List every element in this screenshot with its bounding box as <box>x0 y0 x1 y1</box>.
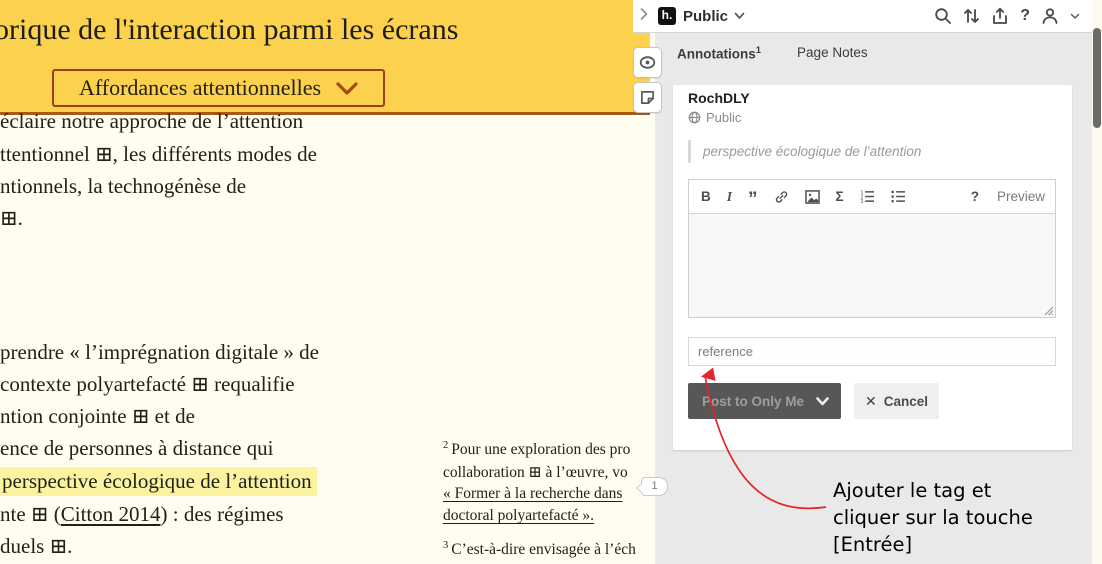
body-line: ttentionnel ⊞, les différents modes de <box>0 142 317 167</box>
italic-button[interactable]: I <box>727 189 732 205</box>
affordances-dropdown-label: Affordances attentionnelles <box>79 75 321 101</box>
cancel-button-label: Cancel <box>884 394 928 409</box>
page-title: orique de l'interaction parmi les écrans <box>0 13 458 47</box>
tab-annotations[interactable]: Annotations1 <box>677 45 761 62</box>
footnote-text: C’est-à-dire envisagée à l’éch <box>451 541 636 558</box>
link-icon[interactable] <box>774 190 789 204</box>
body-line: prendre « l’imprégnation digitale » de <box>0 340 319 365</box>
affordances-dropdown-button[interactable]: Affordances attentionnelles <box>52 69 385 107</box>
footnote-link[interactable]: « Former à la recherche dans <box>443 485 622 503</box>
instruction-line: cliquer sur la touche <box>833 504 1033 531</box>
footnote-number: 2 <box>443 440 448 451</box>
sort-icon[interactable] <box>963 7 980 25</box>
post-button[interactable]: Post to Only Me <box>688 383 841 419</box>
new-page-note-button[interactable] <box>633 82 662 113</box>
annotation-editor: B I ” <box>688 179 1056 318</box>
account-chevron-down-icon[interactable] <box>1070 13 1080 20</box>
body-line: nte ⊞ (Citton 2014) : des régimes <box>0 502 284 527</box>
editor-actions: Post to Only Me ✕ Cancel <box>688 383 939 419</box>
group-chevron-down-icon[interactable] <box>734 12 745 20</box>
close-icon: ✕ <box>865 393 877 410</box>
body-line: éclaire notre approche de l’attention <box>0 109 303 134</box>
annotations-count: 1 <box>756 45 761 56</box>
scrollbar-track[interactable] <box>1092 0 1102 564</box>
help-icon[interactable]: ? <box>1020 7 1030 25</box>
body-line: contexte polyartefacté ⊞ requalifie <box>0 372 295 397</box>
body-line: duels ⊞. <box>0 534 72 559</box>
collapse-sidebar-icon[interactable] <box>633 7 655 25</box>
annotation-bucket-badge[interactable]: 1 <box>641 477 668 496</box>
body-text: nte ⊞ ( <box>0 502 61 526</box>
footnote-line: 3C’est-à-dire envisagée à l’éch <box>443 540 636 559</box>
post-button-label: Post to Only Me <box>688 394 804 409</box>
account-icon[interactable] <box>1041 7 1059 25</box>
footnote-link[interactable]: doctoral polyartefacté ». <box>443 507 594 525</box>
annotation-author[interactable]: RochDLY <box>688 90 750 106</box>
quoted-text: perspective écologique de l’attention <box>688 140 921 163</box>
instruction-note: Ajouter le tag et cliquer sur la touche … <box>833 477 1033 558</box>
eye-icon <box>639 56 656 69</box>
scrollbar-thumb[interactable] <box>1093 28 1101 128</box>
annotation-highlight[interactable]: perspective écologique de l’attention <box>0 467 317 496</box>
post-options-chevron-icon[interactable] <box>816 397 841 406</box>
body-line: ntionnels, la technogénèse de <box>0 174 246 199</box>
footnote-number: 3 <box>443 540 448 551</box>
annotation-card: RochDLY Public perspective écologique de… <box>673 85 1072 450</box>
hypothesis-logo[interactable]: h. <box>658 7 676 25</box>
citation-link[interactable]: Citton 2014 <box>61 502 161 526</box>
preview-button[interactable]: Preview <box>997 189 1045 204</box>
body-line-highlighted[interactable]: perspective écologique de l’attention <box>0 469 317 494</box>
instruction-line: Ajouter le tag et <box>833 477 1033 504</box>
instruction-line: [Entrée] <box>833 531 1033 558</box>
visibility-label: Public <box>706 110 741 125</box>
bold-button[interactable]: B <box>701 189 711 204</box>
resize-handle[interactable] <box>1043 305 1053 315</box>
note-icon <box>640 90 655 105</box>
tag-input[interactable] <box>688 337 1056 366</box>
formatting-help-button[interactable]: ? <box>971 189 979 204</box>
screenshot-root: orique de l'interaction parmi les écrans… <box>0 0 1102 564</box>
numbered-list-icon[interactable]: 123 <box>860 190 875 203</box>
bullet-list-icon[interactable] <box>891 190 906 203</box>
cancel-button[interactable]: ✕ Cancel <box>854 383 939 419</box>
toggle-highlights-button[interactable] <box>633 47 662 78</box>
svg-text:3: 3 <box>860 199 863 203</box>
image-icon[interactable] <box>805 190 820 204</box>
footnote-line: collaboration ⊞ à l’œuvre, vo <box>443 463 628 482</box>
annotation-visibility: Public <box>688 110 741 125</box>
footnote-text: Pour une exploration des pro <box>451 441 630 458</box>
body-line: ntion conjointe ⊞ et de <box>0 404 195 429</box>
body-text: ) : des régimes <box>161 502 284 526</box>
search-icon[interactable] <box>934 7 952 25</box>
tab-annotations-label: Annotations <box>677 47 756 62</box>
topbar-icons: ? <box>934 7 1102 25</box>
body-line: ⊞. <box>0 206 23 231</box>
globe-icon <box>688 111 701 124</box>
annotation-textarea[interactable] <box>689 214 1055 317</box>
sidebar-topbar: h. Public <box>633 0 1102 33</box>
chevron-down-icon <box>336 82 358 95</box>
body-line: ence de personnes à distance qui <box>0 436 273 461</box>
quote-button[interactable]: ” <box>748 195 758 205</box>
share-icon[interactable] <box>991 7 1009 25</box>
sidebar-tabs: Annotations1 Page Notes <box>677 45 868 62</box>
editor-toolbar: B I ” <box>689 180 1055 214</box>
tab-page-notes[interactable]: Page Notes <box>797 45 868 62</box>
group-selector[interactable]: Public <box>683 8 728 25</box>
footnote-line: 2Pour une exploration des pro <box>443 440 630 459</box>
math-button[interactable]: Σ <box>836 189 844 204</box>
